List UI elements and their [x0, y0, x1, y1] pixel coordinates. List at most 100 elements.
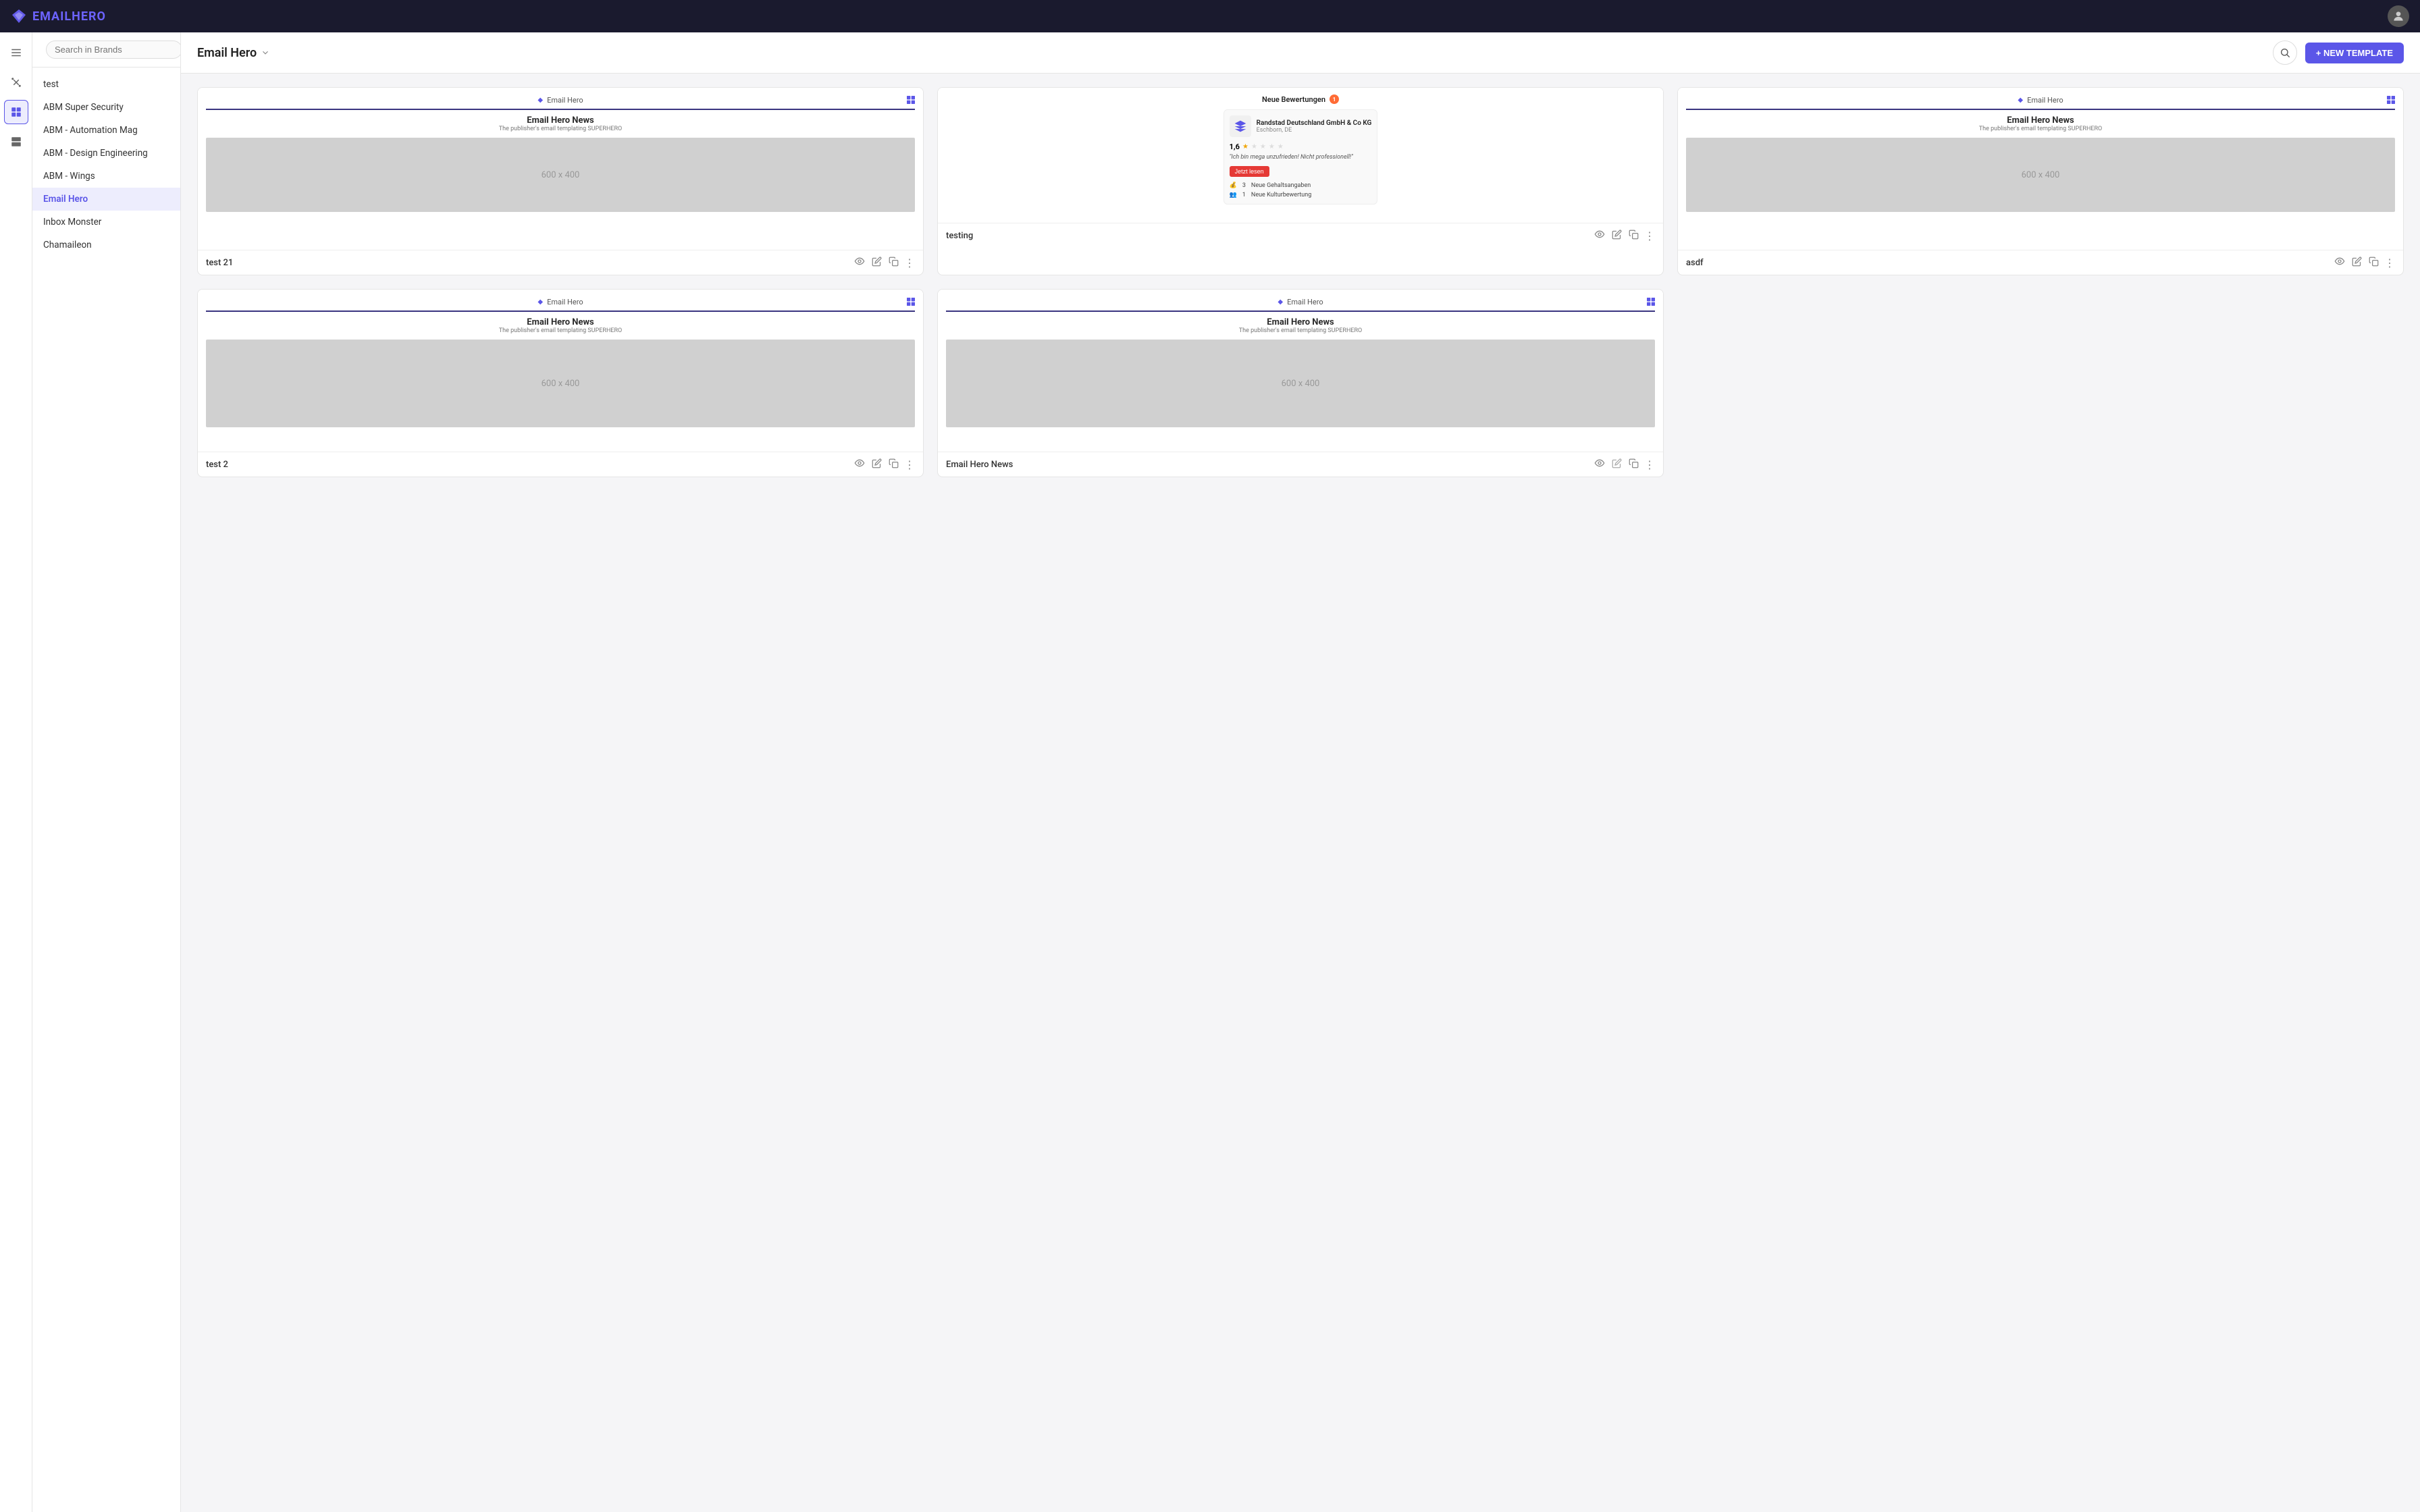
template-name: test 2: [206, 460, 228, 470]
content-title-container: Email Hero: [197, 46, 270, 60]
nav-icon-list[interactable]: [4, 40, 28, 65]
card-divider: [1686, 109, 2395, 110]
templates-grid-container: ◆ Email Hero Email Hero News The publish…: [181, 74, 2420, 1512]
edit-icon[interactable]: [1612, 458, 1622, 471]
card-email-title: Email Hero News: [2007, 115, 2074, 126]
user-avatar[interactable]: [2388, 5, 2409, 27]
sidebar-brand-list: test ABM Super Security ABM - Automation…: [32, 68, 180, 262]
top-navigation: EMAILHERO: [0, 0, 2420, 32]
card-footer-testing: testing: [938, 223, 1663, 248]
card-actions: [854, 458, 899, 471]
copy-icon[interactable]: [889, 458, 899, 471]
header-actions: + NEW TEMPLATE: [2273, 40, 2404, 65]
more-options-button[interactable]: ⋮: [2384, 256, 2395, 269]
card-brand-label: ◆ Email Hero: [1686, 96, 2395, 105]
view-icon[interactable]: [854, 256, 865, 269]
template-card-email-hero-news: ◆ Email Hero Email Hero News The publish…: [937, 289, 1664, 477]
copy-icon[interactable]: [1629, 458, 1639, 471]
star-empty-4: ★: [1278, 143, 1284, 151]
nav-icon-grid-active[interactable]: [4, 100, 28, 124]
template-name: asdf: [1686, 258, 1704, 268]
card-grid-icon[interactable]: [1646, 296, 1656, 310]
card-image-placeholder: 600 x 400: [946, 340, 1655, 427]
copy-icon[interactable]: [2369, 256, 2379, 269]
view-icon[interactable]: [854, 458, 865, 471]
template-card-test2: ◆ Email Hero Email Hero News The publish…: [197, 289, 924, 477]
company-badge: [1230, 115, 1251, 137]
stat-count-2: 1: [1242, 192, 1246, 198]
sidebar-item-email-hero[interactable]: Email Hero: [32, 188, 180, 211]
content-search-button[interactable]: [2273, 40, 2297, 65]
jetzt-lesen-button[interactable]: Jetzt lesen: [1230, 166, 1269, 177]
card-actions: [1594, 229, 1639, 242]
brand-diamond-icon: ◆: [537, 298, 543, 306]
card-image-placeholder: 600 x 400: [206, 138, 915, 212]
review-score: 1,6: [1230, 142, 1240, 151]
nav-icon-tools[interactable]: [4, 70, 28, 94]
notification-badge: 1: [1330, 94, 1339, 104]
sidebar-item-abm-super-security[interactable]: ABM Super Security: [32, 96, 180, 119]
salary-icon: 💰: [1230, 182, 1237, 189]
more-options-button[interactable]: ⋮: [904, 458, 915, 471]
edit-icon[interactable]: [1612, 230, 1622, 242]
company-location: Eschborn, DE: [1257, 127, 1372, 134]
edit-icon[interactable]: [2352, 256, 2362, 269]
sidebar-item-abm-automation-mag[interactable]: ABM - Automation Mag: [32, 119, 180, 142]
template-card-testing: Neue Bewertungen 1 Randstad Deutschland …: [937, 87, 1664, 275]
review-stat-kulturbewertung: 👥 1 Neue Kulturbewertung: [1230, 192, 1372, 198]
card-preview-testing: Neue Bewertungen 1 Randstad Deutschland …: [938, 88, 1663, 223]
review-company-header: Randstad Deutschland GmbH & Co KG Eschbo…: [1230, 115, 1372, 137]
view-icon[interactable]: [1594, 229, 1605, 242]
copy-icon[interactable]: [1629, 230, 1639, 242]
card-divider: [946, 310, 1655, 312]
more-options-button[interactable]: ⋮: [904, 256, 915, 269]
view-icon[interactable]: [1594, 458, 1605, 471]
card-email-title: Email Hero News: [527, 317, 594, 327]
edit-icon[interactable]: [872, 458, 882, 471]
star-empty-3: ★: [1269, 143, 1275, 151]
nav-icon-grid-2[interactable]: [4, 130, 28, 154]
sidebar-item-inbox-monster[interactable]: Inbox Monster: [32, 211, 180, 234]
template-name: test 21: [206, 258, 233, 268]
card-preview-test21: ◆ Email Hero Email Hero News The publish…: [198, 88, 923, 250]
card-footer-asdf: asdf: [1678, 250, 2403, 275]
edit-icon[interactable]: [872, 256, 882, 269]
more-options-button[interactable]: ⋮: [1644, 230, 1655, 242]
templates-grid: ◆ Email Hero Email Hero News The publish…: [197, 87, 2404, 477]
copy-icon[interactable]: [889, 256, 899, 269]
page-title: Email Hero: [197, 46, 257, 60]
stars-icon: ★: [1242, 143, 1248, 151]
more-options-button[interactable]: ⋮: [1644, 458, 1655, 471]
sidebar-item-abm-design-engineering[interactable]: ABM - Design Engineering: [32, 142, 180, 165]
sidebar-item-chamaileon[interactable]: Chamaileon: [32, 234, 180, 256]
card-grid-icon[interactable]: [2386, 94, 2396, 108]
app-logo[interactable]: EMAILHERO: [11, 8, 106, 24]
card-email-subtitle: The publisher's email templating SUPERHE…: [1979, 126, 2102, 132]
review-stats: 💰 3 Neue Gehaltsangaben 👥 1 Neue Kulturb…: [1230, 182, 1372, 198]
card-email-title: Email Hero News: [527, 115, 594, 126]
brand-diamond-icon: ◆: [537, 97, 543, 104]
sidebar-item-test[interactable]: test: [32, 73, 180, 96]
card-preview-email-hero-news: ◆ Email Hero Email Hero News The publish…: [938, 290, 1663, 452]
card-grid-icon[interactable]: [905, 94, 916, 108]
logo-diamond-icon: [11, 8, 27, 24]
card-brand-label: ◆ Email Hero: [206, 298, 915, 306]
review-card-inner: Randstad Deutschland GmbH & Co KG Eschbo…: [1224, 109, 1378, 205]
view-icon[interactable]: [2334, 256, 2345, 269]
card-brand-label: ◆ Email Hero: [946, 298, 1655, 306]
new-template-button[interactable]: + NEW TEMPLATE: [2305, 43, 2404, 63]
card-divider: [206, 310, 915, 312]
sidebar-item-abm-wings[interactable]: ABM - Wings: [32, 165, 180, 188]
brand-diamond-icon: ◆: [1278, 298, 1283, 306]
sidebar-search-container: +: [32, 32, 180, 68]
stat-label-1: Neue Gehaltsangaben: [1251, 182, 1311, 189]
template-name: Email Hero News: [946, 460, 1013, 470]
search-brands-input[interactable]: [46, 40, 181, 59]
card-preview-asdf: ◆ Email Hero Email Hero News The publish…: [1678, 88, 2403, 250]
card-footer-test21: test 21: [198, 250, 923, 275]
brand-diamond-icon: ◆: [2018, 97, 2023, 104]
card-footer-email-hero-news: Email Hero News: [938, 452, 1663, 477]
brands-sidebar: + test ABM Super Security ABM - Automati…: [32, 32, 181, 1512]
card-preview-test2: ◆ Email Hero Email Hero News The publish…: [198, 290, 923, 452]
card-grid-icon[interactable]: [905, 296, 916, 310]
